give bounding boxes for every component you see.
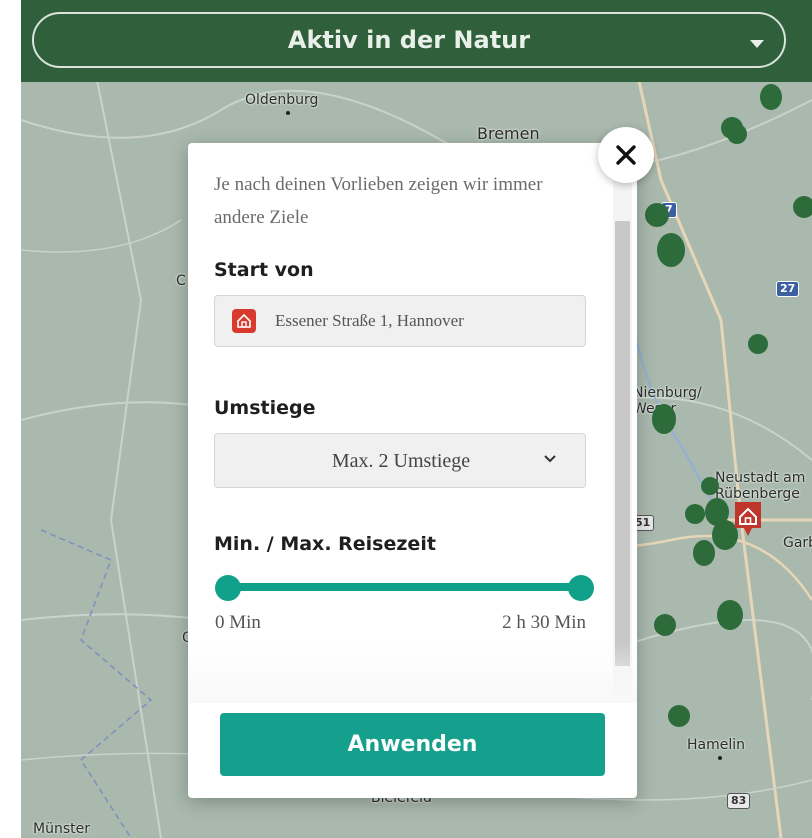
- destination-marker[interactable]: [717, 600, 743, 630]
- filter-dialog: Je nach deinen Vorlieben zeigen wir imme…: [188, 143, 637, 798]
- transfers-section-title: Umstiege: [214, 397, 316, 419]
- chevron-down-icon: [750, 40, 764, 48]
- travel-time-min-handle[interactable]: [215, 575, 241, 601]
- destination-marker[interactable]: [657, 233, 685, 267]
- transfers-select[interactable]: Max. 2 Umstiege: [214, 433, 586, 488]
- map-label-neustadt: Neustadt am Rübenberge: [715, 470, 806, 502]
- header-bar: Aktiv in der Natur: [21, 0, 812, 82]
- destination-marker[interactable]: [668, 705, 690, 727]
- road-shield: 83: [727, 793, 751, 809]
- destination-marker[interactable]: [693, 540, 715, 566]
- scroll-fade: [188, 643, 637, 703]
- city-dot: [286, 111, 290, 115]
- destination-marker[interactable]: [685, 504, 705, 524]
- chevron-down-icon: [544, 455, 556, 463]
- category-label: Aktiv in der Natur: [287, 26, 531, 54]
- home-location-pin[interactable]: [733, 500, 763, 538]
- start-location-value: Essener Straße 1, Hannover: [275, 311, 464, 330]
- travel-time-max-label: 2 h 30 Min: [502, 612, 586, 633]
- map-label-bremen: Bremen: [477, 124, 540, 143]
- map-label-muenster: Münster: [33, 821, 90, 837]
- close-button[interactable]: [598, 127, 654, 183]
- close-icon: [616, 145, 636, 165]
- destination-marker[interactable]: [760, 84, 782, 110]
- road-shield: 27: [776, 281, 800, 297]
- apply-button[interactable]: Anwenden: [220, 713, 605, 776]
- scrollbar-thumb[interactable]: [615, 221, 630, 666]
- travel-time-slider-track[interactable]: [228, 583, 581, 591]
- destination-marker[interactable]: [652, 404, 676, 434]
- travel-time-min-label: 0 Min: [215, 612, 261, 633]
- map-label-hamelin: Hamelin: [687, 737, 746, 753]
- destination-marker[interactable]: [701, 477, 719, 495]
- city-dot: [718, 756, 722, 760]
- apply-button-label: Anwenden: [347, 732, 478, 757]
- transfers-selected-value: Max. 2 Umstiege: [331, 450, 471, 472]
- left-margin: [0, 0, 21, 838]
- destination-marker[interactable]: [748, 334, 768, 354]
- start-location-field[interactable]: Essener Straße 1, Hannover: [214, 295, 586, 347]
- start-section-title: Start von: [214, 259, 314, 281]
- home-icon: [232, 309, 256, 333]
- intro-text: Je nach deinen Vorlieben zeigen wir imme…: [214, 174, 543, 228]
- map-label-fragment: C: [176, 273, 186, 289]
- map-label-oldenburg: Oldenburg: [245, 92, 319, 108]
- destination-marker[interactable]: [793, 196, 812, 218]
- travel-time-section-title: Min. / Max. Reisezeit: [214, 533, 436, 555]
- category-dropdown[interactable]: Aktiv in der Natur: [32, 12, 786, 68]
- destination-marker[interactable]: [645, 203, 669, 227]
- destination-marker[interactable]: [727, 124, 747, 144]
- travel-time-max-handle[interactable]: [568, 575, 594, 601]
- destination-marker[interactable]: [654, 614, 676, 636]
- map-label-garbsen: Garb: [783, 535, 812, 551]
